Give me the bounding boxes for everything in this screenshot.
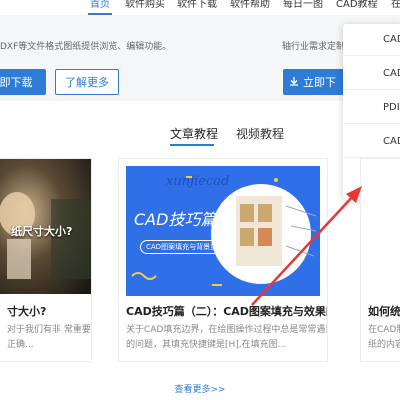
download-now-button-label: 立即下 (303, 76, 336, 89)
dropdown-item-cad-1[interactable]: CAD (343, 24, 400, 56)
article-desc-line2: 正确... (7, 340, 34, 350)
article-desc-line1: 对于我们有非 常重要 (7, 325, 91, 335)
see-more-link[interactable]: 查看更多>> (174, 382, 225, 395)
thumbnail-title: CAD技巧篇 (134, 210, 217, 229)
article-card[interactable]: 如何统一 在CAD制 纸的内容 (360, 158, 400, 362)
tab-video[interactable]: 视频教程 (236, 125, 284, 142)
thumbnail-caption: 纸尺寸大小? (11, 225, 73, 238)
article-desc-line1: 在CAD制 (368, 325, 400, 335)
nav-cad-tutorial[interactable]: CAD教程 (336, 0, 378, 12)
article-title: 如何统一 (368, 305, 400, 318)
article-thumbnail: 纸尺寸大小? (0, 159, 91, 294)
dropdown-item-cad-3[interactable]: CAD (343, 126, 400, 158)
tab-active-indicator (170, 144, 214, 146)
article-title: CAD技巧篇（二）：CAD图案填充与效果的... (126, 305, 328, 318)
dropdown-item-pdf[interactable]: PDI (343, 92, 400, 124)
article-card[interactable]: 纸尺寸大小? 寸大小? 对于我们有非 常重要 正确... (0, 158, 92, 362)
hero-left-description: DXF等文件格式图纸提供浏览、编辑功能。 (0, 42, 172, 52)
article-desc-line1: 关于CAD填充边界，在绘图操作过程中总是常常遇到 (126, 325, 328, 335)
learn-more-button[interactable]: 了解更多 (55, 69, 119, 95)
download-button-label: 即下载 (0, 76, 33, 89)
thumbnail-watermark: xunjiecad (166, 174, 230, 189)
tab-article[interactable]: 文章教程 (170, 125, 218, 142)
nav-download[interactable]: 软件下载 (177, 0, 217, 12)
nav-home[interactable]: 首页 (90, 0, 110, 12)
article-thumbnail (361, 159, 400, 294)
thumbnail-subtitle: CAD图案填充与背景显示 (140, 240, 231, 254)
nav-daily-drawing[interactable]: 每日一图 (283, 0, 323, 12)
nav-purchase[interactable]: 软件购买 (125, 0, 165, 12)
download-icon (289, 76, 299, 89)
article-card[interactable]: xunjiecad CAD技巧篇 CAD图案填充与背景显示 CAD技巧篇（二）：… (118, 158, 328, 362)
download-button[interactable]: 即下载 (0, 69, 46, 95)
article-desc-line2: 的问题，其填充快捷键是[H],在填充图... (126, 340, 287, 350)
article-thumbnail: xunjiecad CAD技巧篇 CAD图案填充与背景显示 (126, 166, 320, 296)
hero-right-description: 轴行业需求定制中文 (282, 42, 352, 52)
nav-online[interactable]: 在 (391, 0, 400, 12)
dropdown-item-cad-2[interactable]: CAD (343, 58, 400, 90)
article-title: 寸大小? (7, 305, 47, 318)
top-nav: 首页 软件购买 软件下载 软件帮助 每日一图 CAD教程 在 (0, 0, 400, 15)
learn-more-button-label: 了解更多 (65, 76, 109, 89)
nav-help[interactable]: 软件帮助 (230, 0, 270, 12)
hero-banner: DXF等文件格式图纸提供浏览、编辑功能。 轴行业需求定制中文 即下载 了解更多 … (0, 15, 400, 101)
article-desc-line2: 纸的内容 (368, 340, 400, 350)
